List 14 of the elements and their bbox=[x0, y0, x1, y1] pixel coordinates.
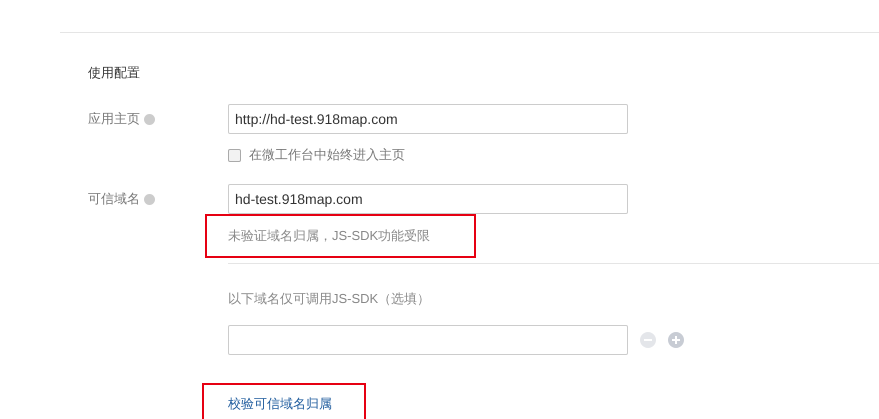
info-icon bbox=[144, 194, 155, 204]
section-title: 使用配置 bbox=[88, 64, 141, 82]
checkbox-label: 在微工作台中始终进入主页 bbox=[249, 146, 405, 164]
warning-text: 未验证域名归属，JS-SDK功能受限 bbox=[228, 227, 430, 246]
field-label: 以下域名仅可调用JS-SDK（选填） bbox=[228, 290, 432, 308]
add-icon[interactable] bbox=[668, 332, 684, 348]
verify-link[interactable]: 校验可信域名归属 bbox=[228, 394, 332, 414]
input-field[interactable]: hd-test.918map.com bbox=[228, 184, 628, 214]
field-label: 可信域名 bbox=[88, 190, 140, 208]
input-field[interactable]: http://hd-test.918map.com bbox=[228, 104, 628, 134]
checkbox[interactable] bbox=[228, 148, 241, 162]
field-label: 应用主页 bbox=[88, 110, 140, 128]
info-icon bbox=[144, 114, 155, 124]
input-field[interactable] bbox=[228, 325, 628, 355]
